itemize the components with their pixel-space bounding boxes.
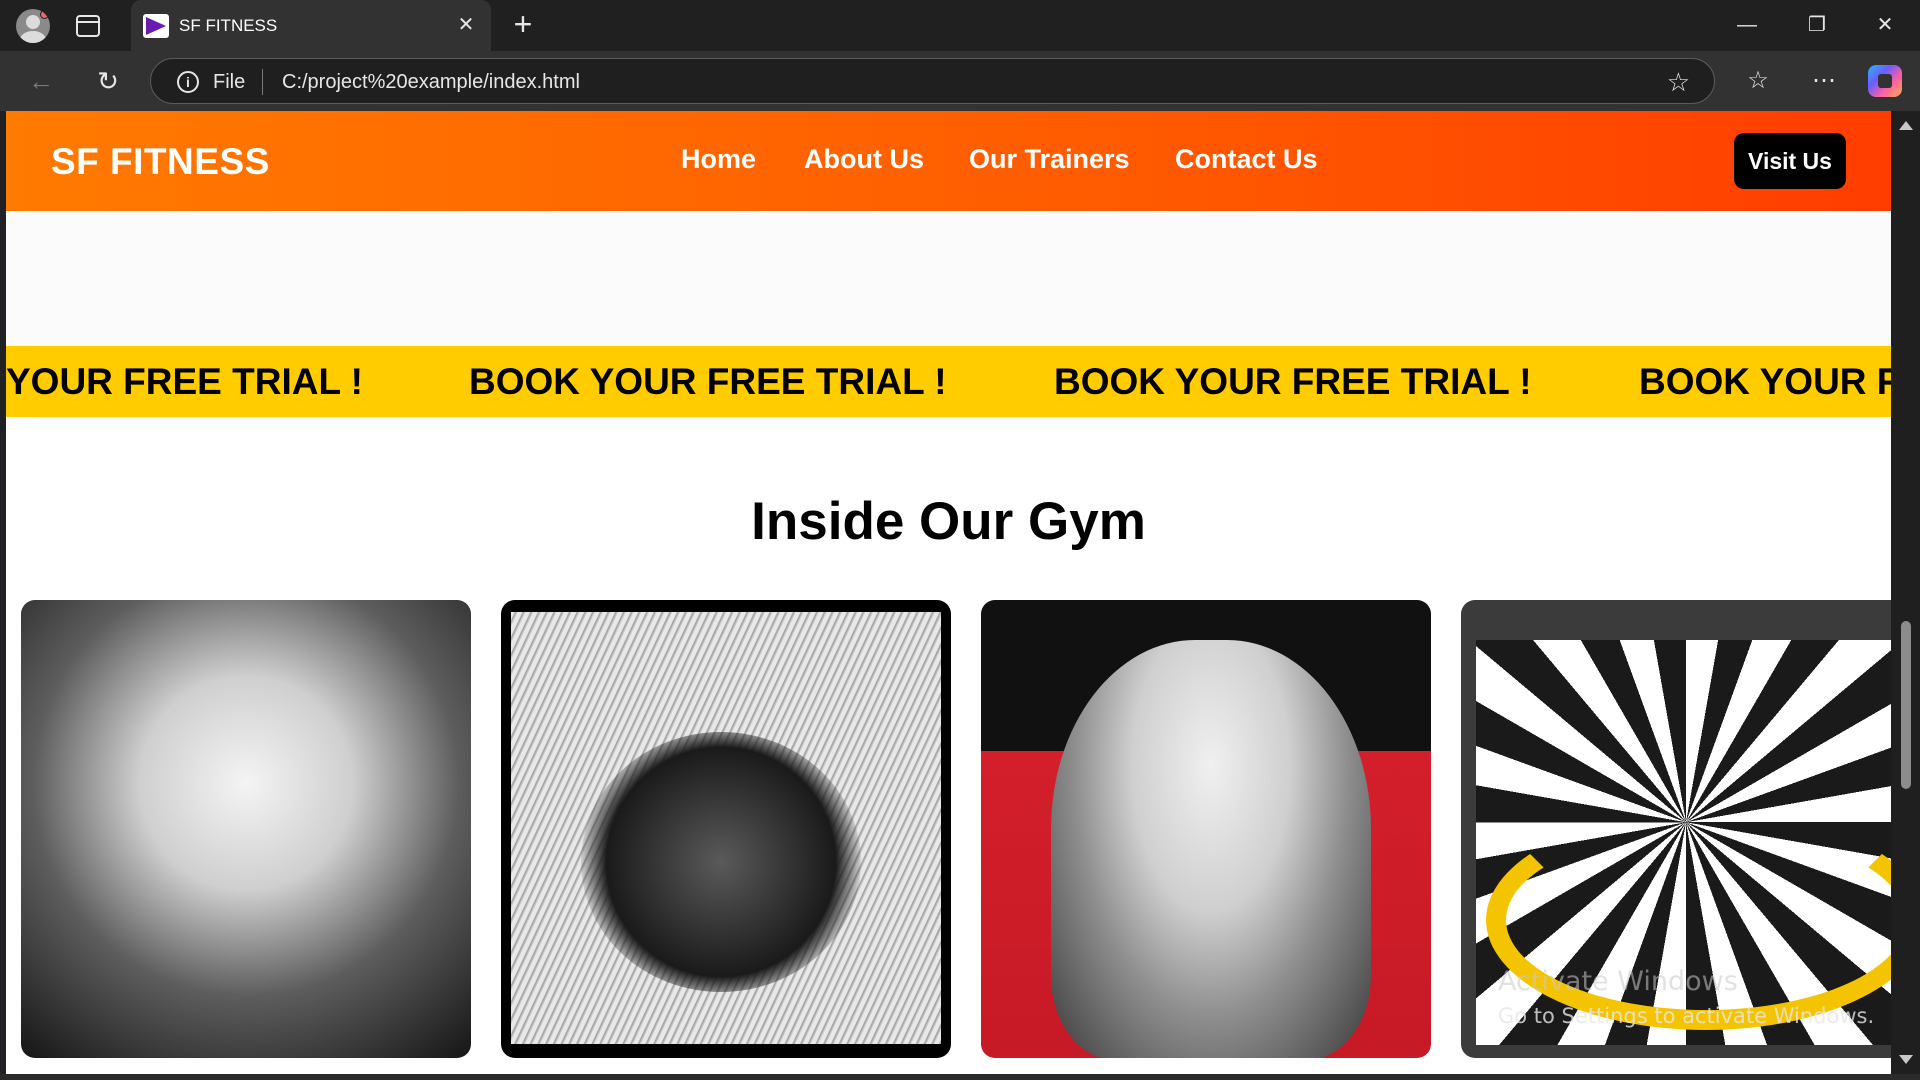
favorites-icon[interactable]: ☆ <box>1741 65 1775 97</box>
activate-windows-message: Go to Settings to activate Windows. <box>1498 1004 1875 1028</box>
more-icon[interactable]: ⋯ <box>1807 65 1841 97</box>
browser-tab[interactable]: SF FITNESS ✕ <box>131 0 491 51</box>
nav-contact-us[interactable]: Contact Us <box>1175 144 1318 175</box>
new-tab-button[interactable]: + <box>508 8 538 40</box>
restore-icon[interactable]: ❐ <box>1782 0 1852 51</box>
back-arrow-icon[interactable]: ← <box>21 63 61 99</box>
marquee-item: BOOK YOUR FREE TRIAL ! <box>1054 361 1532 402</box>
gym-image-3[interactable] <box>981 600 1431 1058</box>
minimize-icon[interactable]: — <box>1712 0 1782 51</box>
address-divider <box>262 69 263 95</box>
nav-home[interactable]: Home <box>681 144 756 175</box>
hero-spacer <box>6 211 1891 346</box>
activate-windows-title: Activate Windows <box>1498 966 1738 997</box>
browser-toolbar: ← ↻ i File C:/project%20example/index.ht… <box>0 51 1920 111</box>
gym-image-1[interactable] <box>21 600 471 1058</box>
marquee-item: BOOK YOUR FREE TRIAL ! <box>469 361 947 402</box>
scrollbar-thumb[interactable] <box>1901 621 1911 789</box>
tab-title: SF FITNESS <box>179 16 278 35</box>
site-header: SF FITNESS Home About Us Our Trainers Co… <box>6 111 1891 211</box>
nav-about-us[interactable]: About Us <box>804 144 924 175</box>
star-icon[interactable]: ☆ <box>1667 67 1690 98</box>
refresh-icon[interactable]: ↻ <box>88 63 128 99</box>
site-favicon-icon <box>143 14 169 38</box>
scroll-up-arrow-icon[interactable] <box>1899 121 1913 130</box>
visit-us-button[interactable]: Visit Us <box>1734 133 1846 189</box>
copilot-icon[interactable] <box>1868 65 1902 97</box>
close-window-icon[interactable]: ✕ <box>1850 0 1920 51</box>
free-trial-marquee: YOUR FREE TRIAL ! BOOK YOUR FREE TRIAL !… <box>6 346 1891 417</box>
address-bar[interactable]: i File C:/project%20example/index.html ☆ <box>150 58 1715 104</box>
close-tab-icon[interactable]: ✕ <box>453 12 479 38</box>
profile-avatar-icon[interactable] <box>16 9 50 43</box>
tab-actions-icon[interactable] <box>76 15 100 37</box>
window-bottom-edge <box>0 1074 1920 1080</box>
address-scheme: File <box>213 71 246 93</box>
nav-our-trainers[interactable]: Our Trainers <box>969 144 1130 175</box>
browser-title-bar: SF FITNESS ✕ + — ❐ ✕ <box>0 0 1920 51</box>
marquee-item: YOUR FREE TRIAL ! <box>6 361 363 402</box>
marquee-item: BOOK YOUR F <box>1639 361 1891 402</box>
vertical-scrollbar[interactable] <box>1891 111 1920 1074</box>
gym-image-2[interactable] <box>501 600 951 1058</box>
address-url[interactable]: C:/project%20example/index.html <box>282 71 580 94</box>
info-icon[interactable]: i <box>177 71 199 93</box>
page-viewport: SF FITNESS Home About Us Our Trainers Co… <box>6 111 1891 1074</box>
scroll-down-arrow-icon[interactable] <box>1899 1055 1913 1064</box>
site-brand[interactable]: SF FITNESS <box>51 141 270 183</box>
gallery-title: Inside Our Gym <box>751 492 1146 551</box>
